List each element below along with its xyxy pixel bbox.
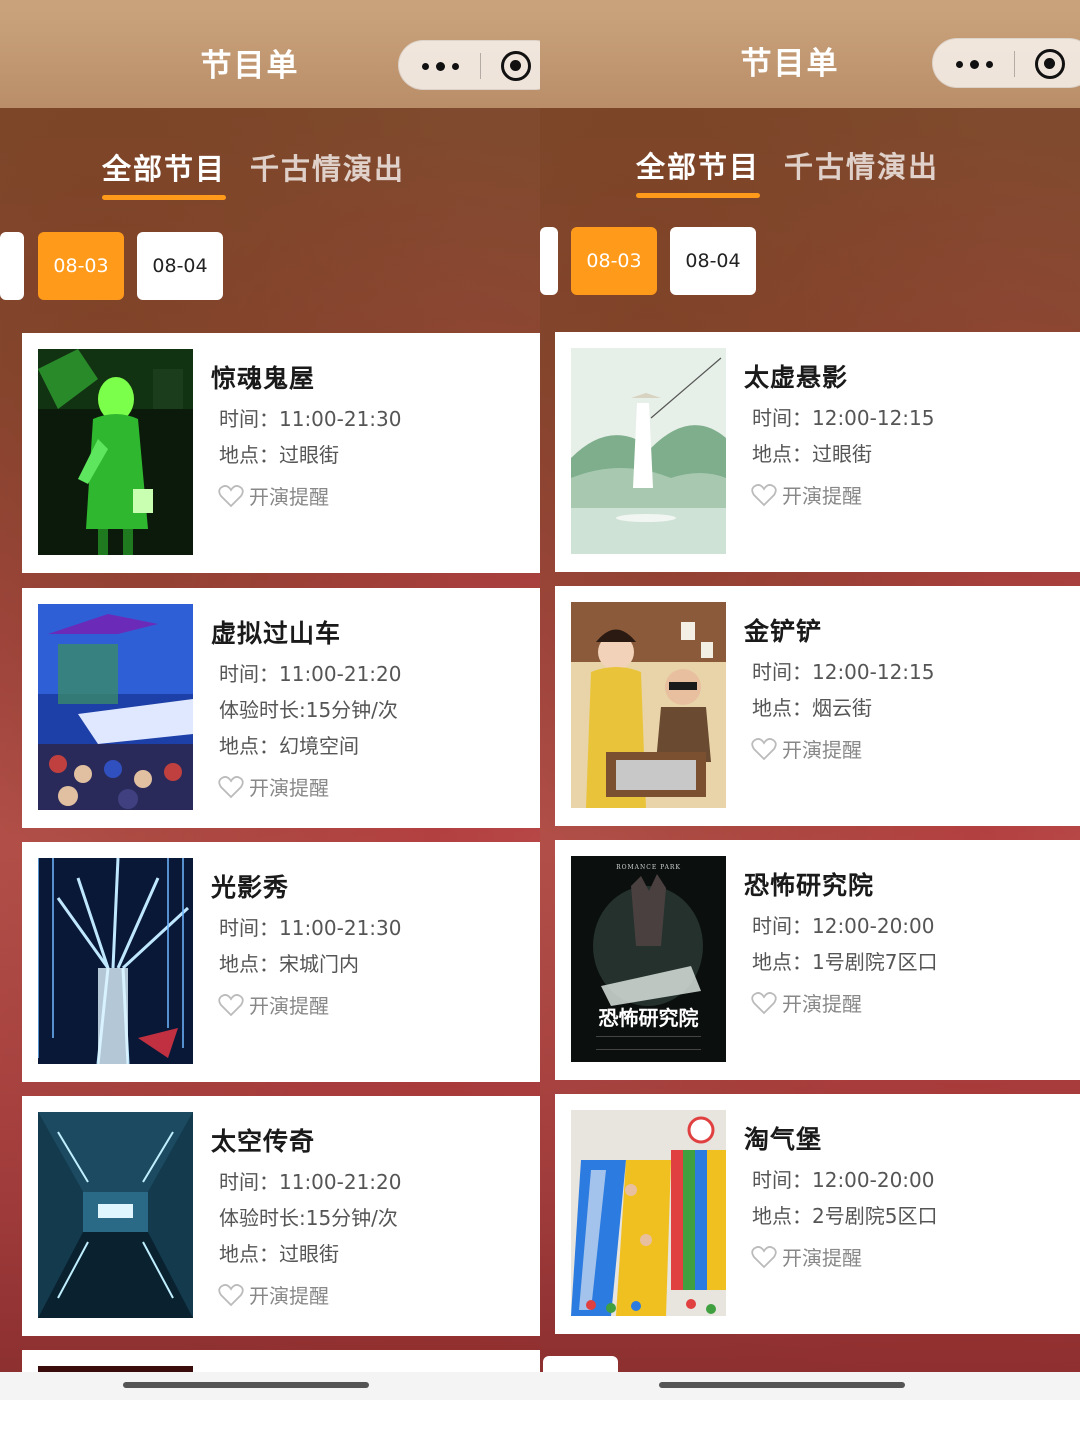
date-chip-previous[interactable]: [540, 227, 558, 295]
reminder-button[interactable]: 开演提醒: [750, 1242, 862, 1271]
reminder-button[interactable]: 开演提醒: [217, 1280, 329, 1309]
reminder-button[interactable]: 开演提醒: [217, 772, 329, 801]
program-card[interactable]: 淘气堡 时间：12:00-20:00 地点：2号剧院5区口 开演提醒: [555, 1094, 1080, 1334]
heart-outline-icon: [218, 484, 244, 507]
more-dots-icon[interactable]: [949, 47, 999, 81]
program-location: 地点：2号剧院5区口: [752, 1204, 938, 1228]
program-title: 太虚悬影: [744, 363, 849, 392]
reminder-button[interactable]: 开演提醒: [750, 734, 862, 763]
program-thumbnail-vr-coaster: [38, 604, 193, 810]
reminder-button[interactable]: 开演提醒: [217, 990, 329, 1019]
program-location: 地点：1号剧院7区口: [752, 950, 938, 974]
program-thumbnail-ghost-house: [38, 349, 193, 555]
target-close-icon[interactable]: [1035, 49, 1065, 79]
tab-qiangu-shows[interactable]: 千古情演出: [784, 144, 939, 186]
reminder-label: 开演提醒: [782, 992, 862, 1016]
program-time: 时间：11:00-21:30: [219, 916, 402, 940]
program-card[interactable]: ROMANCE PARK 恐怖研究院 恐怖研究院 时间：12:00-20:00 …: [555, 840, 1080, 1080]
program-card[interactable]: 太空传奇 时间：11:00-21:20 体验时长:15分钟/次 地点：过眼街 开…: [22, 1096, 540, 1336]
heart-outline-icon: [218, 1283, 244, 1306]
program-title: 太空传奇: [211, 1127, 316, 1156]
program-card[interactable]: 金铲铲 时间：12:00-12:15 地点：烟云街 开演提醒: [555, 586, 1080, 826]
date-chip-previous[interactable]: [0, 232, 24, 300]
reminder-label: 开演提醒: [782, 1246, 862, 1270]
program-time: 时间：11:00-21:20: [219, 662, 402, 686]
program-card[interactable]: 惊魂鬼屋 时间：11:00-21:30 地点：过眼街 开演提醒: [22, 333, 540, 573]
program-title: 虚拟过山车: [211, 619, 342, 648]
program-card[interactable]: 虚拟过山车 时间：11:00-21:20 体验时长:15分钟/次 地点：幻境空间…: [22, 588, 540, 828]
capsule-divider: [480, 53, 481, 79]
mini-program-capsule: [398, 40, 540, 90]
poster-top-text: ROMANCE PARK: [616, 864, 681, 871]
more-dots-icon[interactable]: [415, 49, 465, 83]
program-title: 惊魂鬼屋: [211, 364, 316, 393]
reminder-label: 开演提醒: [782, 484, 862, 508]
program-thumbnail-light-show: [38, 858, 193, 1064]
program-thumbnail-jin-chan-chan: [571, 602, 726, 808]
heart-outline-icon: [751, 1245, 777, 1268]
program-location: 地点：宋城门内: [219, 952, 359, 976]
program-location: 地点：过眼街: [752, 442, 872, 466]
program-time: 时间：12:00-20:00: [752, 1168, 935, 1192]
nav-bar: 节目单: [0, 10, 540, 108]
heart-outline-icon: [751, 483, 777, 506]
tab-all-programs[interactable]: 全部节目: [102, 146, 227, 200]
reminder-label: 开演提醒: [782, 738, 862, 762]
reminder-label: 开演提醒: [249, 776, 329, 800]
right-panel: 节目单 全部节目 千古情演出 08-03 08-04 太虚悬影 时间：12:00…: [540, 0, 1080, 1400]
program-title: 淘气堡: [744, 1125, 823, 1154]
target-close-icon[interactable]: [501, 51, 531, 81]
program-location: 地点：幻境空间: [219, 734, 359, 758]
program-duration: 体验时长:15分钟/次: [219, 698, 398, 722]
program-thumbnail-playground: [571, 1110, 726, 1316]
program-location: 地点：过眼街: [219, 1242, 339, 1266]
program-time: 时间：12:00-12:15: [752, 660, 935, 684]
poster-title-text: 恐怖研究院: [598, 1006, 699, 1030]
page-title: 节目单: [740, 46, 840, 82]
program-time: 时间：11:00-21:20: [219, 1170, 402, 1194]
reminder-button[interactable]: 开演提醒: [750, 988, 862, 1017]
program-time: 时间：12:00-20:00: [752, 914, 935, 938]
reminder-label: 开演提醒: [249, 1284, 329, 1308]
left-panel: 节目单 全部节目 千古情演出 08-03 08-04 惊魂鬼屋 时间：11:00…: [0, 0, 540, 1400]
program-card[interactable]: 太虚悬影 时间：12:00-12:15 地点：过眼街 开演提醒: [555, 332, 1080, 572]
heart-outline-icon: [751, 737, 777, 760]
program-duration: 体验时长:15分钟/次: [219, 1206, 398, 1230]
heart-outline-icon: [218, 993, 244, 1016]
status-bar: [0, 0, 540, 10]
nav-bar: 节目单: [540, 10, 1080, 108]
program-time: 时间：11:00-21:30: [219, 407, 402, 431]
home-indicator-left[interactable]: [123, 1382, 369, 1388]
program-card[interactable]: 光影秀 时间：11:00-21:30 地点：宋城门内 开演提醒: [22, 842, 540, 1082]
program-title: 恐怖研究院: [744, 871, 875, 900]
date-chip-0804[interactable]: 08-04: [670, 227, 756, 295]
reminder-label: 开演提醒: [249, 994, 329, 1018]
program-title: 光影秀: [211, 873, 290, 902]
program-title: 金铲铲: [744, 617, 823, 646]
date-chip-0804[interactable]: 08-04: [137, 232, 223, 300]
poster-fine-print: [596, 1036, 701, 1050]
program-thumbnail-space-legend: [38, 1112, 193, 1318]
page-title: 节目单: [200, 48, 300, 84]
tab-qiangu-shows[interactable]: 千古情演出: [250, 146, 405, 188]
home-indicator-right[interactable]: [659, 1382, 905, 1388]
heart-outline-icon: [218, 775, 244, 798]
tab-all-programs[interactable]: 全部节目: [636, 144, 761, 198]
reminder-label: 开演提醒: [249, 485, 329, 509]
status-bar: [540, 0, 1080, 10]
program-thumbnail-horror-institute: ROMANCE PARK 恐怖研究院: [571, 856, 726, 1062]
date-chip-0803[interactable]: 08-03: [38, 232, 124, 300]
program-time: 时间：12:00-12:15: [752, 406, 935, 430]
mini-program-capsule: [932, 38, 1080, 88]
capsule-divider: [1014, 51, 1015, 77]
program-location: 地点：烟云街: [752, 696, 872, 720]
reminder-button[interactable]: 开演提醒: [750, 480, 862, 509]
program-location: 地点：过眼街: [219, 443, 339, 467]
program-thumbnail-taixu-xuanying: [571, 348, 726, 554]
reminder-button[interactable]: 开演提醒: [217, 481, 329, 510]
heart-outline-icon: [751, 991, 777, 1014]
date-chip-0803[interactable]: 08-03: [571, 227, 657, 295]
